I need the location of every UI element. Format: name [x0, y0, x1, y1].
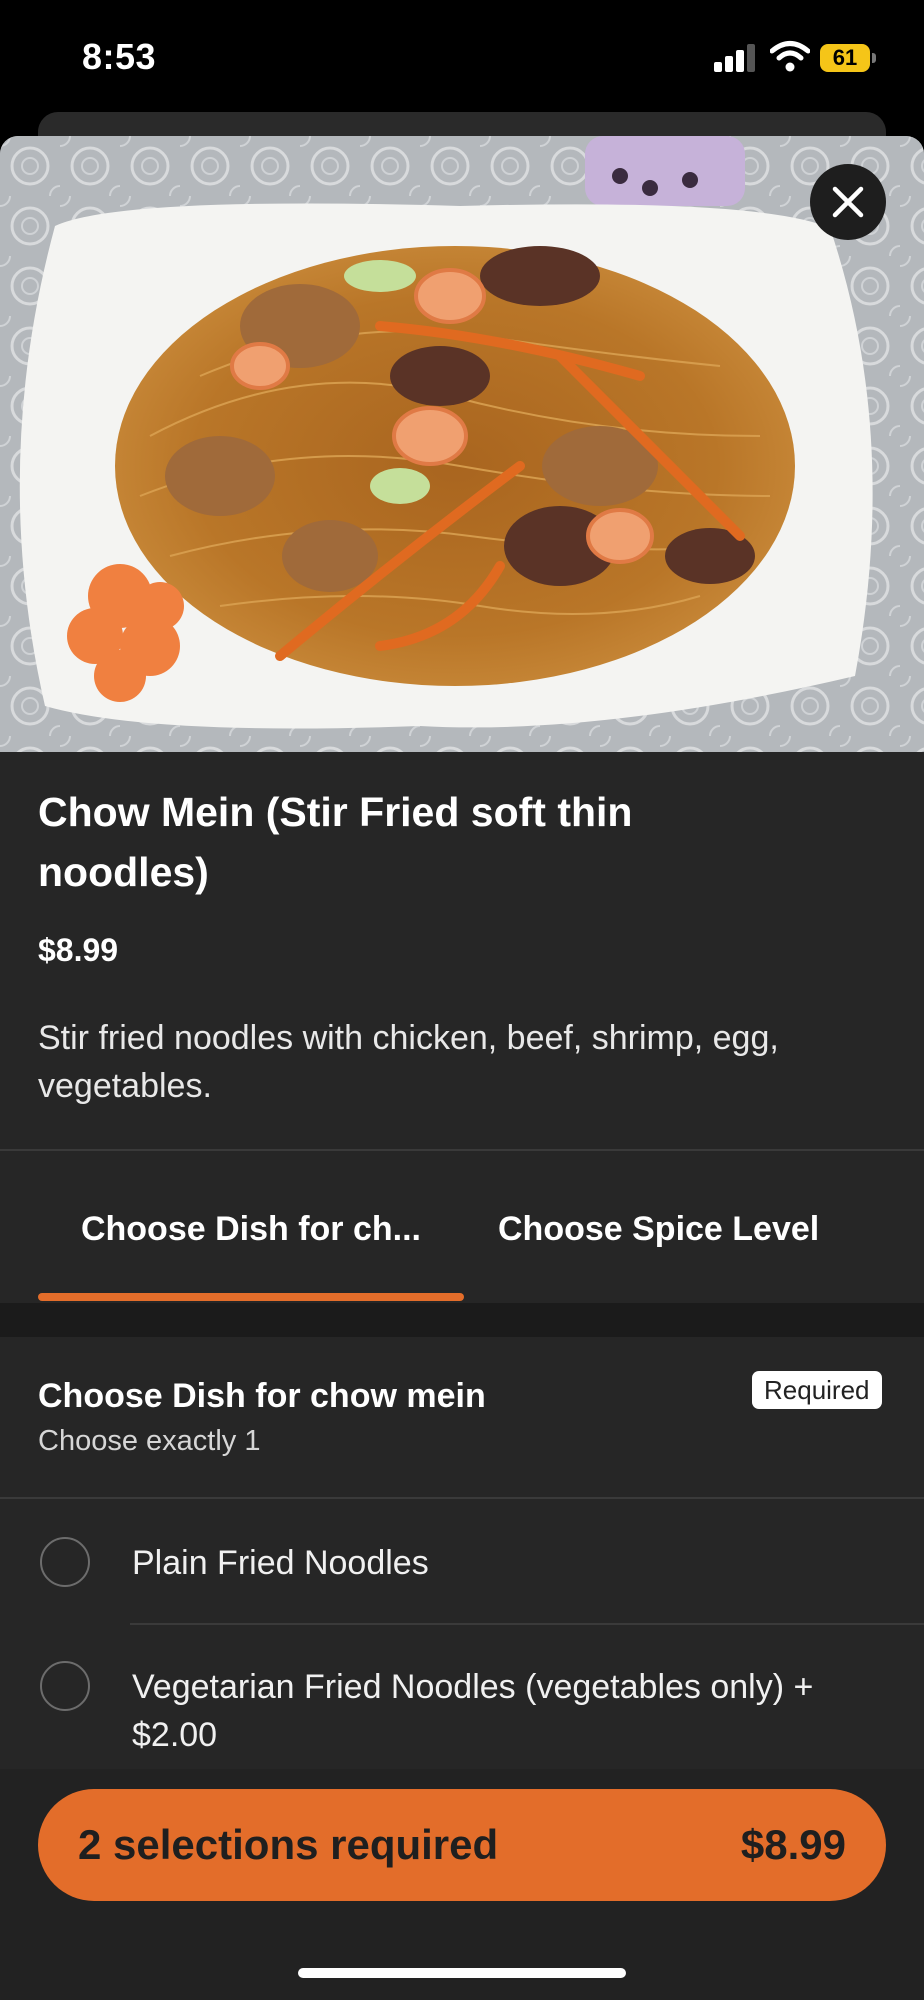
tab-choose-dish[interactable]: Choose Dish for ch... — [38, 1151, 464, 1303]
footer: 2 selections required $8.99 — [0, 1769, 924, 2000]
item-details: Chow Mein (Stir Fried soft thin noodles)… — [0, 752, 924, 1150]
status-time: 8:53 — [82, 36, 157, 77]
item-title: Chow Mein (Stir Fried soft thin noodles) — [38, 789, 633, 895]
close-button[interactable] — [810, 164, 886, 240]
signal-icon — [714, 44, 755, 72]
option-tabs: Choose Dish for ch... Choose Spice Level — [0, 1151, 924, 1303]
dish-photo — [0, 136, 924, 752]
option-vegetarian-fried-noodles[interactable]: Vegetarian Fried Noodles (vegetables onl… — [0, 1625, 924, 1769]
section-gap — [0, 1303, 924, 1337]
section-subtitle: Choose exactly 1 — [38, 1425, 261, 1457]
item-price: $8.99 — [38, 932, 119, 968]
battery-icon: 61 — [820, 44, 876, 72]
section-title: Choose Dish for chow mein — [38, 1377, 486, 1415]
option-plain-fried-noodles[interactable]: Plain Fried Noodles — [0, 1499, 924, 1623]
add-to-cart-button[interactable]: 2 selections required $8.99 — [38, 1789, 886, 1901]
home-indicator[interactable] — [298, 1968, 626, 1978]
option-label: Vegetarian Fried Noodles (vegetables onl… — [132, 1668, 814, 1754]
radio-icon[interactable] — [40, 1537, 90, 1587]
item-description: Stir fried noodles with chicken, beef, s… — [38, 1019, 779, 1105]
tab-choose-spice-level[interactable]: Choose Spice Level — [498, 1151, 819, 1303]
wifi-icon — [770, 41, 810, 72]
active-tab-indicator — [38, 1293, 464, 1301]
cta-label: 2 selections required — [78, 1821, 499, 1868]
cta-price: $8.99 — [740, 1821, 846, 1868]
battery-level: 61 — [820, 44, 870, 72]
required-badge: Required — [752, 1371, 882, 1409]
status-bar: 8:53 61 — [0, 0, 924, 120]
option-label: Plain Fried Noodles — [132, 1544, 429, 1582]
radio-icon[interactable] — [40, 1661, 90, 1711]
battery-tip — [872, 53, 876, 63]
close-icon — [832, 186, 864, 218]
